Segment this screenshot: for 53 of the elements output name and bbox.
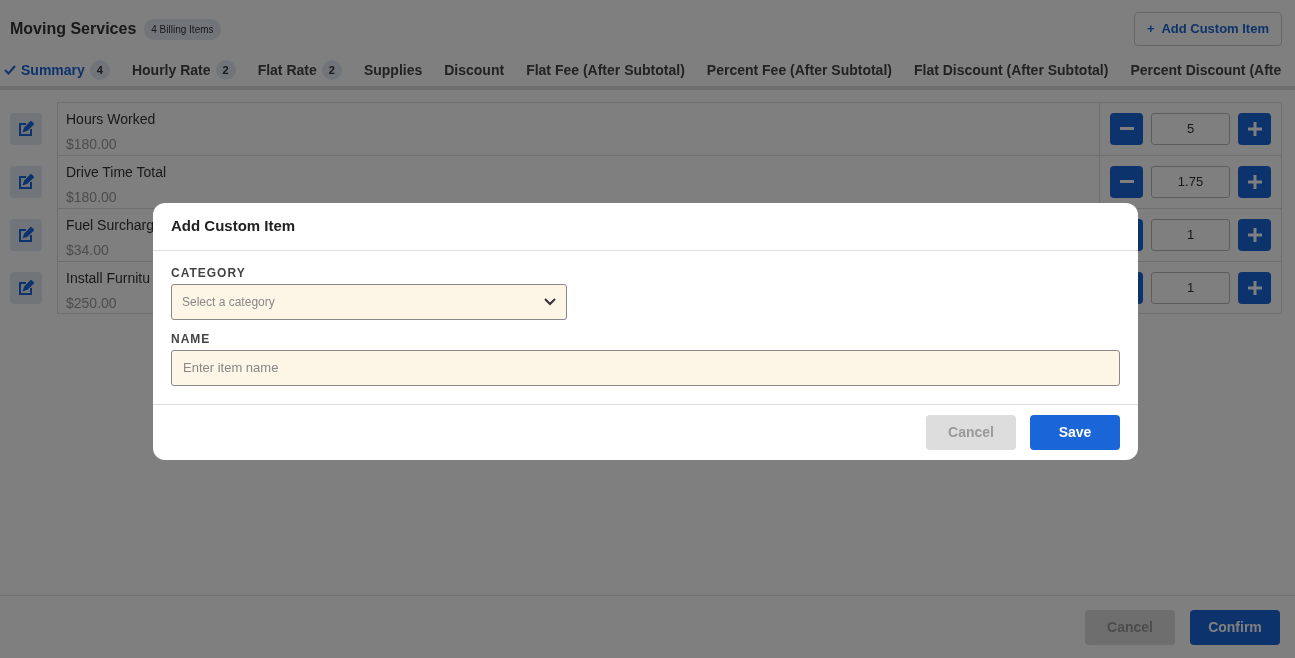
tab[interactable]: Percent Fee (After Subtotal) (695, 52, 903, 86)
increment-button[interactable] (1238, 113, 1271, 145)
edit-icon (18, 280, 34, 296)
increment-button[interactable] (1238, 219, 1271, 251)
tab[interactable]: Summary 4 (0, 52, 121, 86)
decrement-button[interactable] (1110, 113, 1143, 145)
quantity-field[interactable]: 1 (1151, 219, 1230, 251)
quantity-field[interactable]: 5 (1151, 113, 1230, 145)
quantity-field[interactable]: 1 (1151, 271, 1230, 304)
save-button[interactable]: Save (1030, 414, 1120, 450)
name-field[interactable]: Enter item name (171, 349, 1120, 386)
tab[interactable]: Percent Discount (Afte (1119, 52, 1293, 86)
edit-button[interactable] (10, 166, 42, 198)
add-custom-item-button[interactable]: + Add Custom Item (1134, 12, 1282, 46)
plus-icon (1247, 280, 1262, 295)
field-label: NAME (171, 330, 212, 348)
tab[interactable]: Discount (433, 52, 516, 86)
tab[interactable]: Supplies (352, 52, 434, 86)
count-badge: 2 (321, 59, 342, 81)
item-name: Drive Time Total (66, 163, 167, 182)
increment-button[interactable] (1238, 166, 1271, 198)
tab[interactable]: Flat Discount (After Subtotal) (902, 52, 1120, 86)
field-label: CATEGORY (171, 264, 247, 282)
chevron-down-icon (544, 297, 556, 306)
increment-button[interactable] (1238, 271, 1271, 304)
item-name: Install Furnitu (66, 269, 151, 288)
check-icon (4, 64, 16, 76)
count-badge: 2 (215, 59, 236, 81)
edit-button[interactable] (10, 219, 42, 251)
plus-icon (1247, 228, 1262, 242)
tab[interactable]: Flat Fee (After Subtotal) (515, 52, 696, 86)
edit-icon (18, 174, 34, 190)
count-badge: 4 Billing Items (144, 18, 221, 40)
page-title: Moving Services (10, 19, 137, 39)
cancel-button[interactable]: Cancel (926, 414, 1016, 450)
category-dropdown[interactable]: Select a category (171, 283, 567, 320)
minus-icon (1119, 180, 1134, 184)
edit-button[interactable] (10, 113, 42, 145)
confirm-button[interactable]: Confirm (1190, 609, 1280, 645)
quantity-field[interactable]: 1.75 (1151, 166, 1230, 198)
tab[interactable]: Hourly Rate 2 (120, 52, 247, 86)
modal-title: Add Custom Item (153, 203, 1138, 251)
edit-icon (18, 227, 34, 243)
edit-button[interactable] (10, 272, 42, 304)
count-badge: 4 (89, 59, 110, 81)
plus-icon (1247, 122, 1262, 136)
item-name: Fuel Surcharg (66, 216, 154, 235)
decrement-button[interactable] (1110, 166, 1143, 198)
plus-icon (1247, 175, 1262, 189)
item-name: Hours Worked (66, 110, 156, 129)
tab[interactable]: Flat Rate 2 (246, 52, 353, 86)
minus-icon (1119, 127, 1134, 131)
edit-icon (18, 121, 34, 137)
